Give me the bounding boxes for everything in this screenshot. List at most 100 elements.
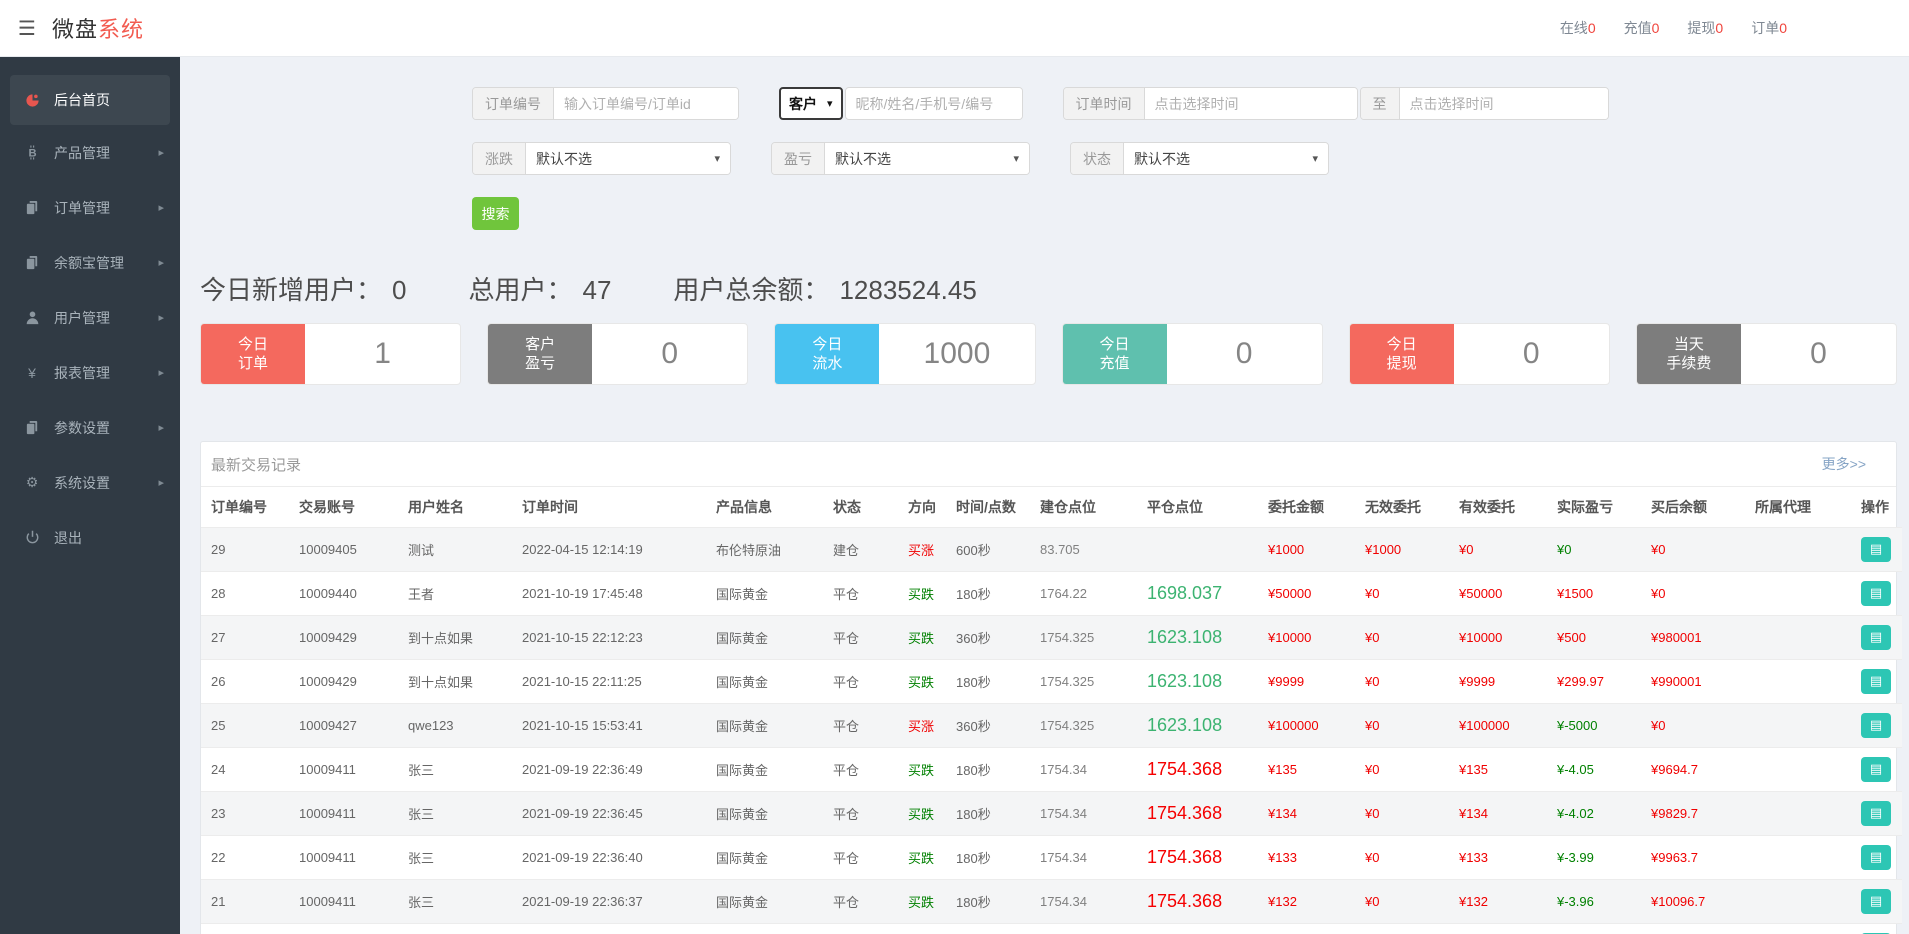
cell-time: 2021-09-19 22:36:34	[518, 923, 712, 934]
cell-close	[1143, 527, 1264, 571]
main-content: 订单编号 客户 ▾ 订单时间 至 涨跌 默认不选	[180, 57, 1909, 934]
profit-loss-select[interactable]: 默认不选 ▾	[825, 143, 1029, 174]
cell-action: ▤	[1857, 527, 1902, 571]
cell-direction: 买跌	[904, 747, 952, 791]
card-label: 今日流水	[775, 324, 879, 384]
column-header-状态: 状态	[829, 487, 904, 527]
row-detail-button[interactable]: ▤	[1861, 801, 1891, 826]
header-link-label: 订单	[1751, 20, 1779, 36]
stat-label: 今日新增用户：	[200, 275, 382, 305]
brand-logo: 微盘系统	[52, 12, 144, 44]
sidebar-item-系统设置[interactable]: ⚙系统设置▸	[0, 455, 180, 510]
column-header-有效委托: 有效委托	[1455, 487, 1553, 527]
table-row: 2610009429到十点如果2021-10-15 22:11:25国际黄金平仓…	[201, 659, 1902, 703]
list-icon: ▤	[1870, 805, 1882, 821]
row-detail-button[interactable]: ▤	[1861, 669, 1891, 694]
cell-product: 国际黄金	[712, 835, 829, 879]
trades-table: 订单编号交易账号用户姓名订单时间产品信息状态方向时间/点数建仓点位平仓点位委托金…	[201, 487, 1902, 934]
cell-entrust: ¥134	[1264, 791, 1361, 835]
cell-profit: ¥-5000	[1553, 703, 1647, 747]
order-no-label: 订单编号	[473, 88, 554, 119]
cell-valid: ¥100000	[1455, 703, 1553, 747]
card-label-line: 今日	[238, 335, 268, 354]
cell-status: 平仓	[829, 571, 904, 615]
profit-loss-select-value: 默认不选	[835, 149, 891, 169]
status-select[interactable]: 默认不选 ▾	[1124, 143, 1328, 174]
cell-time: 2021-09-19 22:36:49	[518, 747, 712, 791]
cell-duration: 360秒	[952, 615, 1036, 659]
sidebar-item-label: 报表管理	[54, 363, 110, 383]
cell-name: 张三	[404, 923, 518, 934]
sidebar-item-参数设置[interactable]: 参数设置▸	[0, 400, 180, 455]
cell-profit: ¥-3.99	[1553, 835, 1647, 879]
stat-value: 1283524.45	[839, 275, 976, 305]
cell-balance: ¥0	[1647, 527, 1751, 571]
row-detail-button[interactable]: ▤	[1861, 625, 1891, 650]
sidebar-item-余额宝管理[interactable]: 余额宝管理▸	[0, 235, 180, 290]
cell-balance: ¥9963.7	[1647, 835, 1751, 879]
row-detail-button[interactable]: ▤	[1861, 581, 1891, 606]
order-no-input[interactable]	[554, 88, 738, 119]
cell-action: ▤	[1857, 747, 1902, 791]
header-link-count: 0	[1588, 20, 1596, 36]
cell-profit: ¥-3.96	[1553, 879, 1647, 923]
more-link[interactable]: 更多>>	[1822, 454, 1866, 474]
cell-balance: ¥9694.7	[1647, 747, 1751, 791]
cell-valid: ¥50000	[1455, 571, 1553, 615]
chevron-right-icon: ▸	[158, 366, 164, 379]
panel-title: 最新交易记录	[211, 454, 301, 475]
cell-product: 国际黄金	[712, 571, 829, 615]
cell-name: 测试	[404, 527, 518, 571]
cell-balance: ¥9829.7	[1647, 791, 1751, 835]
sidebar-item-用户管理[interactable]: 用户管理▸	[0, 290, 180, 345]
header-link-订单[interactable]: 订单0	[1751, 18, 1787, 38]
header-link-在线[interactable]: 在线0	[1560, 18, 1596, 38]
row-detail-button[interactable]: ▤	[1861, 537, 1891, 562]
cell-product: 国际黄金	[712, 923, 829, 934]
sidebar-item-退出[interactable]: 退出	[0, 510, 180, 565]
order-time-from-input[interactable]	[1145, 88, 1357, 119]
cell-account: 10009405	[295, 527, 404, 571]
table-row: 2010009411张三2021-09-19 22:36:34国际黄金平仓买跌1…	[201, 923, 1902, 934]
cell-status: 平仓	[829, 659, 904, 703]
header-link-提现[interactable]: 提现0	[1687, 18, 1723, 38]
table-row: 2210009411张三2021-09-19 22:36:40国际黄金平仓买跌1…	[201, 835, 1902, 879]
search-button[interactable]: 搜索	[472, 197, 519, 230]
cell-valid: ¥10000	[1455, 615, 1553, 659]
card-label-line: 今日	[1387, 335, 1417, 354]
sidebar-item-后台首页[interactable]: 后台首页	[10, 75, 170, 125]
rise-fall-label: 涨跌	[473, 143, 526, 174]
customer-select[interactable]: 客户 ▾	[779, 87, 843, 120]
header-link-充值[interactable]: 充值0	[1624, 18, 1660, 38]
cell-profit: ¥-3.93	[1553, 923, 1647, 934]
order-time-to-input[interactable]	[1400, 88, 1608, 119]
row-detail-button[interactable]: ▤	[1861, 757, 1891, 782]
cell-status: 平仓	[829, 923, 904, 934]
brand-primary: 微盘	[52, 17, 98, 42]
stat-item: 用户总余额：1283524.45	[673, 270, 976, 307]
menu-icon[interactable]: ☰	[18, 16, 36, 41]
cell-no: 23	[201, 791, 295, 835]
row-detail-button[interactable]: ▤	[1861, 845, 1891, 870]
cell-duration: 180秒	[952, 835, 1036, 879]
cell-no: 22	[201, 835, 295, 879]
row-detail-button[interactable]: ▤	[1861, 889, 1891, 914]
row-detail-button[interactable]: ▤	[1861, 713, 1891, 738]
svg-text:B: B	[28, 148, 36, 160]
rise-fall-select[interactable]: 默认不选 ▾	[526, 143, 730, 174]
cell-agent	[1751, 923, 1857, 934]
column-header-用户姓名: 用户姓名	[404, 487, 518, 527]
cell-direction: 买跌	[904, 879, 952, 923]
cell-valid: ¥131	[1455, 923, 1553, 934]
cell-invalid: ¥0	[1361, 703, 1455, 747]
chevron-right-icon: ▸	[158, 146, 164, 159]
cell-entrust: ¥50000	[1264, 571, 1361, 615]
sidebar-item-产品管理[interactable]: B产品管理▸	[0, 125, 180, 180]
table-row: 2110009411张三2021-09-19 22:36:37国际黄金平仓买跌1…	[201, 879, 1902, 923]
card-label-line: 盈亏	[525, 354, 555, 373]
cell-status: 平仓	[829, 747, 904, 791]
card-label-line: 今日	[812, 335, 842, 354]
customer-input[interactable]	[846, 88, 1022, 119]
sidebar-item-报表管理[interactable]: ¥报表管理▸	[0, 345, 180, 400]
sidebar-item-订单管理[interactable]: 订单管理▸	[0, 180, 180, 235]
